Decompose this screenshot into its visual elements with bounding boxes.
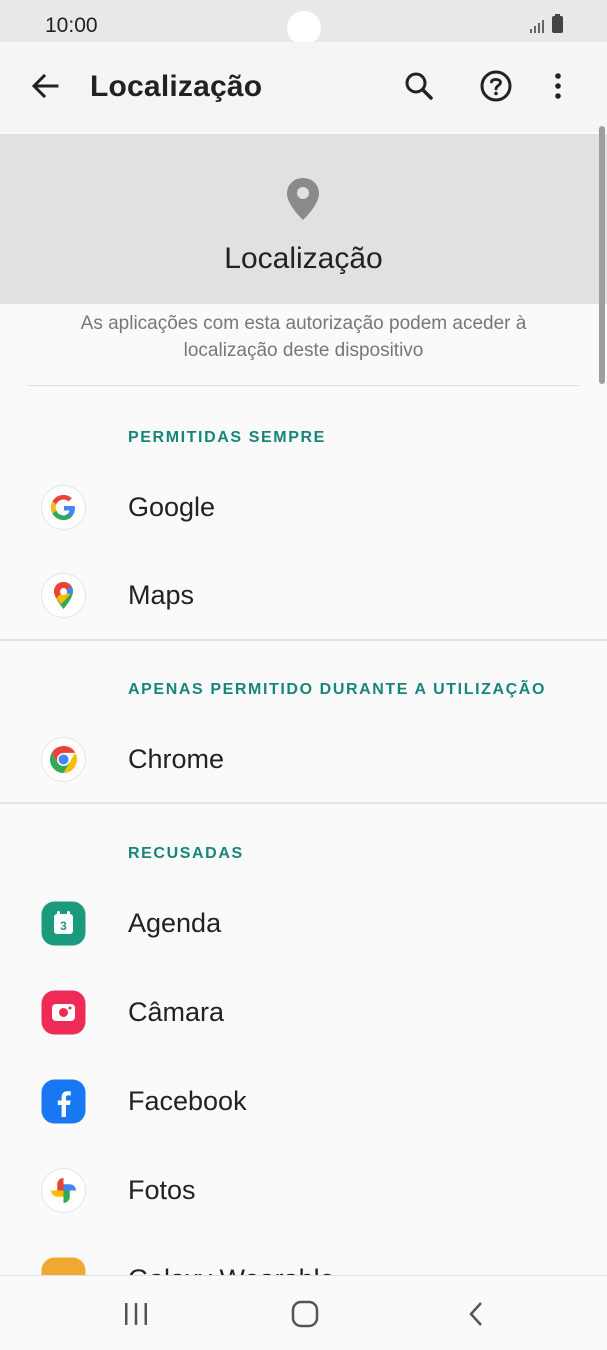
nav-back-button[interactable]: [462, 1300, 490, 1328]
nav-back-icon: [469, 1302, 482, 1326]
calendar-icon: 3: [41, 901, 86, 946]
app-row-camera[interactable]: Câmara: [0, 969, 607, 1057]
permission-description: As aplicações com esta autorização podem…: [80, 313, 527, 361]
app-bar: Localização: [0, 42, 607, 132]
back-button[interactable]: [25, 66, 65, 106]
search-icon: [405, 72, 433, 100]
app-name: Fotos: [128, 1175, 196, 1205]
permission-header: Localização: [0, 134, 607, 304]
page-title: Localização: [90, 70, 263, 103]
status-bar: 10:00: [0, 0, 607, 45]
phone-screen: 10:00 Localização Localização As aplicaç…: [0, 0, 607, 1350]
section-title-denied: RECUSADAS: [128, 845, 244, 862]
camera-icon: [41, 990, 86, 1035]
app-row-facebook[interactable]: Facebook: [0, 1058, 607, 1146]
back-arrow-icon: [31, 73, 59, 99]
app-name: Maps: [128, 580, 195, 610]
facebook-icon: [41, 1079, 86, 1124]
more-icon: [555, 73, 561, 99]
section-divider: [0, 639, 607, 641]
app-row-chrome[interactable]: Chrome: [0, 716, 607, 804]
recent-apps-icon: [125, 1303, 147, 1325]
google-icon: [41, 485, 86, 530]
header-title: Localização: [224, 242, 383, 275]
maps-icon: [41, 573, 86, 618]
app-row-maps[interactable]: Maps: [0, 552, 607, 640]
app-row-photos[interactable]: Fotos: [0, 1147, 607, 1235]
help-button[interactable]: [476, 66, 516, 106]
battery-icon: [552, 14, 563, 33]
status-icons: [530, 14, 563, 33]
app-row-google[interactable]: Google: [0, 464, 607, 552]
scrollbar[interactable]: [599, 126, 605, 384]
navigation-bar: [0, 1275, 607, 1350]
app-name: Câmara: [128, 997, 225, 1027]
section-title-allowed-always: PERMITIDAS SEMPRE: [128, 429, 326, 446]
divider: [28, 385, 579, 386]
signal-icon: [530, 17, 544, 33]
section-title-allowed-while-in-use: APENAS PERMITIDO DURANTE A UTILIZAÇÃO: [128, 681, 547, 698]
home-icon: [291, 1300, 319, 1328]
app-name: Google: [128, 492, 216, 522]
app-name: Agenda: [128, 908, 222, 938]
photos-icon: [41, 1168, 86, 1213]
app-name: Chrome: [128, 744, 225, 774]
camera-cutout: [287, 11, 321, 45]
search-button[interactable]: [399, 66, 439, 106]
home-button[interactable]: [290, 1300, 320, 1328]
app-row-agenda[interactable]: 3 Agenda: [0, 880, 607, 968]
location-pin-icon: [287, 178, 319, 220]
chrome-icon: [41, 737, 86, 782]
status-time: 10:00: [45, 14, 98, 37]
app-name: Facebook: [128, 1086, 247, 1116]
more-options-button[interactable]: [538, 66, 578, 106]
svg-text:3: 3: [60, 919, 67, 933]
help-icon: [480, 70, 512, 102]
recent-apps-button[interactable]: [122, 1302, 150, 1326]
section-divider: [0, 802, 607, 804]
